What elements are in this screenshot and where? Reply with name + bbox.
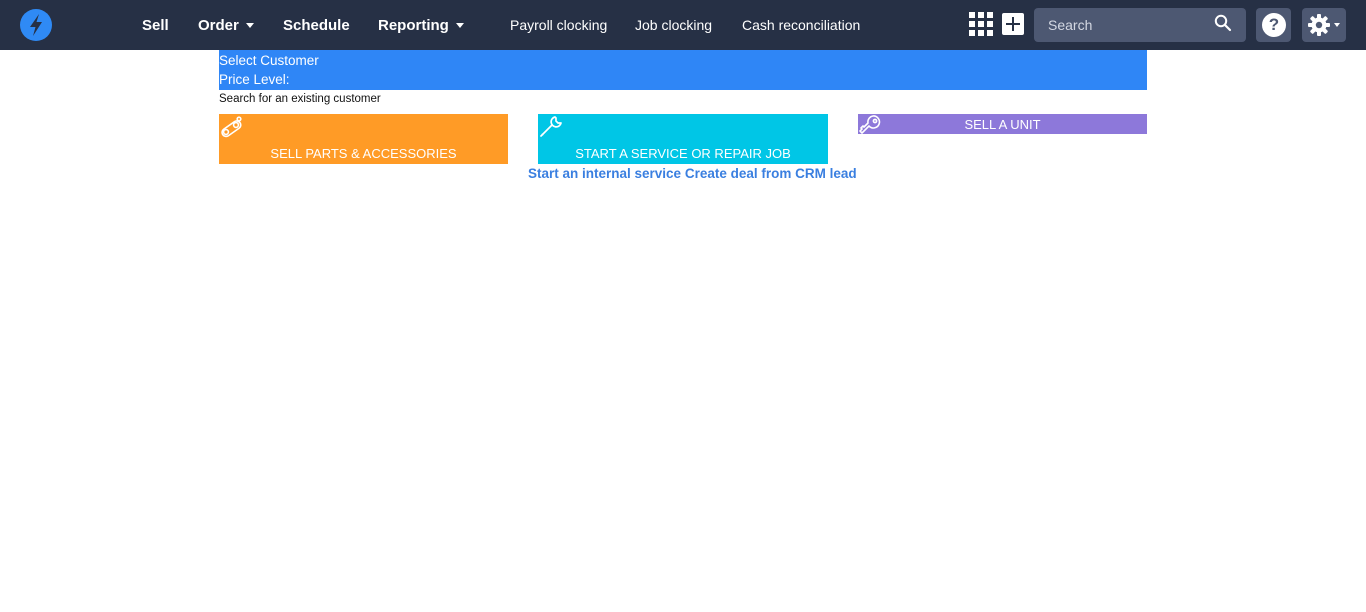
- caret-down-icon: [455, 22, 464, 28]
- caret-down-icon: [1334, 23, 1340, 27]
- start-service-label: START A SERVICE OR REPAIR JOB: [575, 146, 791, 161]
- gear-chain-icon: [221, 116, 242, 138]
- nav-schedule[interactable]: Schedule: [283, 0, 350, 50]
- sell-parts-label: SELL PARTS & ACCESSORIES: [270, 146, 457, 161]
- nav-cash-reconciliation[interactable]: Cash reconciliation: [742, 0, 860, 50]
- nav-order[interactable]: Order: [198, 0, 254, 50]
- caret-down-icon: [245, 22, 254, 28]
- price-level-label: Price Level:: [219, 72, 290, 87]
- wrench-icon: [540, 116, 562, 137]
- gear-icon: [1308, 14, 1330, 36]
- search-icon[interactable]: [1214, 14, 1232, 32]
- nav-payroll-clocking[interactable]: Payroll clocking: [510, 0, 607, 50]
- top-navbar: Sell Order Schedule Reporting Payroll cl…: [0, 0, 1366, 50]
- select-customer-panel[interactable]: Select Customer Price Level:: [219, 50, 1147, 90]
- sell-unit-tile[interactable]: SELL A UNIT: [858, 114, 1147, 134]
- create-deal-crm-link[interactable]: Create deal from CRM lead: [685, 166, 857, 181]
- search-existing-customer-link[interactable]: Search for an existing customer: [219, 93, 381, 105]
- nav-reporting[interactable]: Reporting: [378, 0, 464, 50]
- help-button[interactable]: ?: [1256, 8, 1291, 42]
- secondary-links: Start an internal service Create deal fr…: [528, 166, 857, 181]
- apps-grid-icon[interactable]: [969, 12, 993, 36]
- select-customer-label: Select Customer: [219, 53, 319, 68]
- start-service-tile[interactable]: START A SERVICE OR REPAIR JOB: [538, 114, 828, 164]
- sell-unit-label: SELL A UNIT: [964, 117, 1041, 132]
- start-internal-service-link[interactable]: Start an internal service: [528, 166, 681, 181]
- plus-icon[interactable]: [1002, 13, 1024, 35]
- lightning-bolt-icon[interactable]: [20, 9, 52, 41]
- settings-button[interactable]: [1302, 8, 1346, 42]
- search-input[interactable]: [1034, 8, 1214, 42]
- sell-parts-tile[interactable]: SELL PARTS & ACCESSORIES: [219, 114, 508, 164]
- help-icon: ?: [1262, 13, 1286, 37]
- nav-job-clocking[interactable]: Job clocking: [635, 0, 712, 50]
- nav-sell[interactable]: Sell: [142, 0, 169, 50]
